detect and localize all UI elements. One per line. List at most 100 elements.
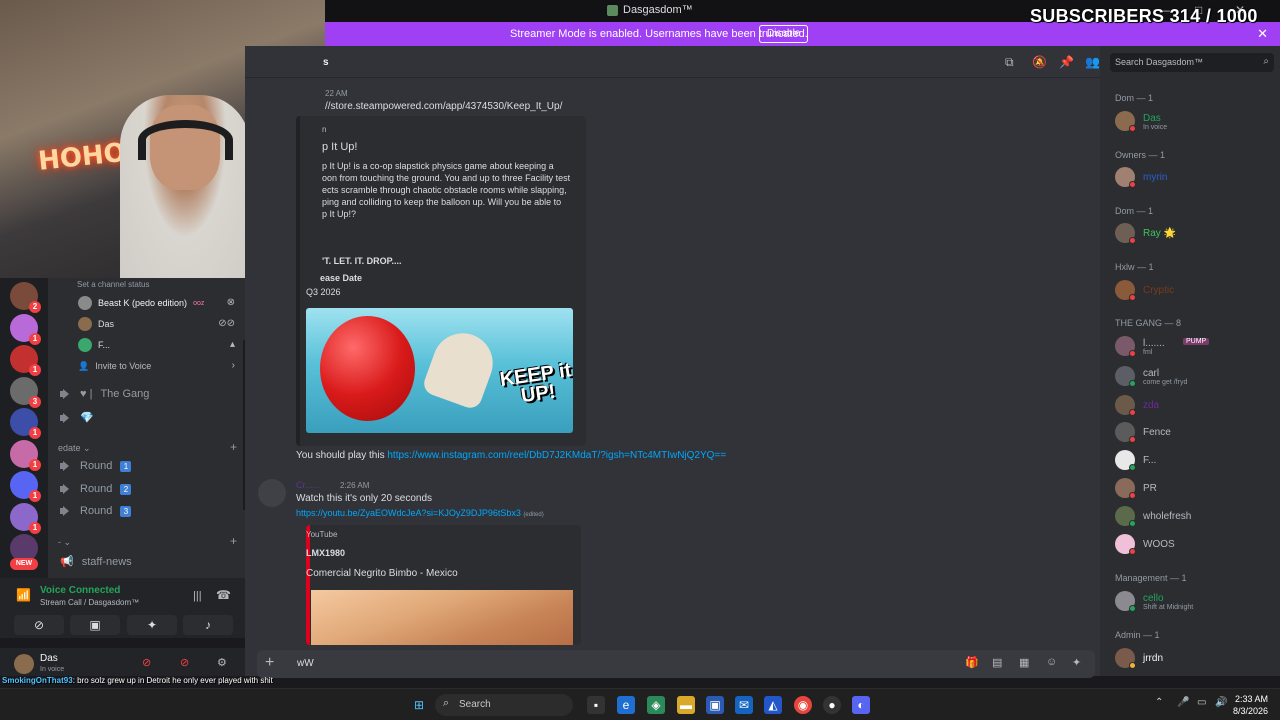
member-item[interactable]: WOOS [1115,534,1275,558]
server-icon[interactable]: 1 [10,345,41,376]
app-icon[interactable]: ◭ [764,696,782,714]
outlook-icon[interactable]: ✉ [735,696,753,714]
threads-icon[interactable]: ⧉ [1005,55,1014,70]
youtube-link[interactable]: https://youtu.be/ZyaEOWdcJeA?si=KJOyZ9DJ… [296,508,521,518]
chrome-icon[interactable]: ◉ [794,696,812,714]
member-list-icon[interactable]: 👥 [1085,55,1100,69]
category-label: - [58,537,61,547]
windows-start-icon[interactable]: ⊞ [410,696,428,714]
noise-suppression-icon[interactable]: ||| [193,590,202,602]
discord-icon[interactable]: ◐ [852,696,870,714]
invite-to-voice-button[interactable]: 👤 Invite to Voice [78,358,151,374]
member-item[interactable]: Cryptic [1115,280,1275,304]
yt-title[interactable]: Comercial Negrito Bimbo - Mexico [306,568,458,579]
pin-icon[interactable]: 📌 [1059,55,1074,69]
server-icon[interactable]: 2 [10,282,41,313]
voice-channel-round-1[interactable]: Round 1 [60,460,132,472]
category-dash[interactable]: - ⌄ [58,537,71,548]
voice-user[interactable]: F... [78,337,110,353]
notifications-icon[interactable]: 🔕 [1032,55,1047,69]
server-icon[interactable]: 1 [10,439,41,471]
gift-icon[interactable]: 🎁 [965,656,979,669]
clock[interactable]: 2:33 AM 8/3/2026 [1233,693,1268,717]
member-item[interactable]: Fence [1115,422,1275,446]
member-item[interactable]: wholefresh [1115,506,1275,530]
number-badge: 2 [120,483,132,495]
voice-user[interactable]: Beast K (pedo edition) ooz [78,295,204,311]
status-dot [1129,380,1136,387]
server-icon[interactable]: 1 [10,471,41,502]
sticker-icon[interactable]: ▦ [1019,656,1029,669]
file-explorer-icon[interactable]: ▬ [677,696,695,714]
voice-channel-round-3[interactable]: Round 3 [60,505,132,517]
member-item[interactable]: cello Shift at Midnight [1115,591,1275,615]
create-channel-icon[interactable]: + [230,534,237,548]
deafen-icon[interactable]: ⊘ [180,656,189,669]
embed-title[interactable]: p It Up! [322,141,357,153]
mic-icon[interactable]: 🎤 [1177,697,1189,708]
server-icon[interactable]: 1 [10,408,41,439]
chevron-up-icon[interactable]: ⌃ [1155,697,1163,708]
clock-date: 8/3/2026 [1232,706,1268,716]
avatar[interactable] [14,654,34,674]
youtube-thumbnail[interactable] [311,590,573,645]
member-item[interactable]: Ray 🌟 [1115,223,1275,247]
emoji-icon[interactable]: ☺ [1046,656,1057,668]
gif-icon[interactable]: ▤ [992,656,1002,669]
network-icon[interactable]: ▭ [1197,697,1206,708]
steam-link[interactable]: //store.steampowered.com/app/4374530/Kee… [325,101,562,112]
voice-channel-gem[interactable]: 💎 [60,411,94,424]
search-input[interactable]: Search Dasgasdom™ ⌕ [1110,53,1274,72]
message-composer[interactable]: + wW 🎁 ▤ ▦ ☺ ✦ [257,650,1095,678]
server-icon[interactable]: 1 [10,502,41,534]
volume-icon[interactable]: 🔊 [1215,697,1227,708]
banner-close-icon[interactable]: ✕ [1257,26,1268,42]
voice-status[interactable]: Voice Connected [40,585,120,596]
voice-user[interactable]: Das [78,316,114,332]
member-item[interactable]: F... [1115,450,1275,474]
game-image[interactable]: KEEP it UP! [306,308,573,433]
channel-staff-news[interactable]: 📢 staff-news [60,555,132,569]
category-edate[interactable]: edate ⌄ [58,443,91,454]
member-name: Ray 🌟 [1143,228,1177,239]
chat-user: SmokingOnThat93 [2,676,73,685]
mic-muted-icon[interactable]: ⊘ [142,656,151,669]
store-icon[interactable]: ▣ [706,696,724,714]
yt-channel[interactable]: LMX1980 [306,548,345,558]
member-item[interactable]: PR [1115,478,1275,502]
instagram-link[interactable]: https://www.instagram.com/reel/DbD7J2KMd… [387,450,726,461]
message-author[interactable]: Cr...... [296,480,320,490]
edge-icon[interactable]: e [617,696,635,714]
desc-line: p It Up! is a co-op slapstick physics ga… [322,161,554,171]
task-view-icon[interactable]: ▪ [587,696,605,714]
copilot-icon[interactable]: ◈ [647,696,665,714]
gear-icon[interactable]: ⚙ [217,656,227,669]
server-icon[interactable]: 3 [10,376,41,408]
member-name: Cryptic [1143,285,1175,296]
voice-channel-the-gang[interactable]: ♥ | The Gang [60,388,149,400]
disconnect-icon[interactable]: ☎ [216,588,231,602]
avatar[interactable] [258,479,286,507]
attach-icon[interactable]: + [265,654,274,672]
obs-icon[interactable]: ● [823,696,841,714]
taskbar-search[interactable]: ⌕ Search [435,694,573,716]
member-item[interactable]: jrrdn [1115,648,1275,672]
create-channel-icon[interactable]: + [230,440,237,454]
soundboard-button[interactable]: ♪ [183,615,233,635]
activities-button[interactable]: ✦ [127,615,177,635]
member-item[interactable]: l....... fml PUMP [1115,336,1275,360]
server-icon[interactable]: 1 [10,313,41,345]
member-item[interactable]: zda [1115,395,1275,419]
voice-channel-round-2[interactable]: Round 2 [60,483,132,495]
member-item[interactable]: carl come get /fryd [1115,366,1275,390]
voice-channel-name[interactable]: Stream Call / Dasgasdom™ [40,598,139,607]
apps-icon[interactable]: ✦ [1072,656,1081,669]
member-item[interactable]: myrin [1115,167,1275,191]
channel-status-hint[interactable]: Set a channel status [77,280,150,289]
member-item[interactable]: Das In voice [1115,111,1275,135]
camera-button[interactable]: ⊘ [14,615,64,635]
disable-streamer-mode-button[interactable]: Disable [759,25,809,43]
message-input[interactable]: wW [297,658,314,669]
screen-share-button[interactable]: ▣ [70,615,120,635]
user-name[interactable]: Das [40,653,58,664]
